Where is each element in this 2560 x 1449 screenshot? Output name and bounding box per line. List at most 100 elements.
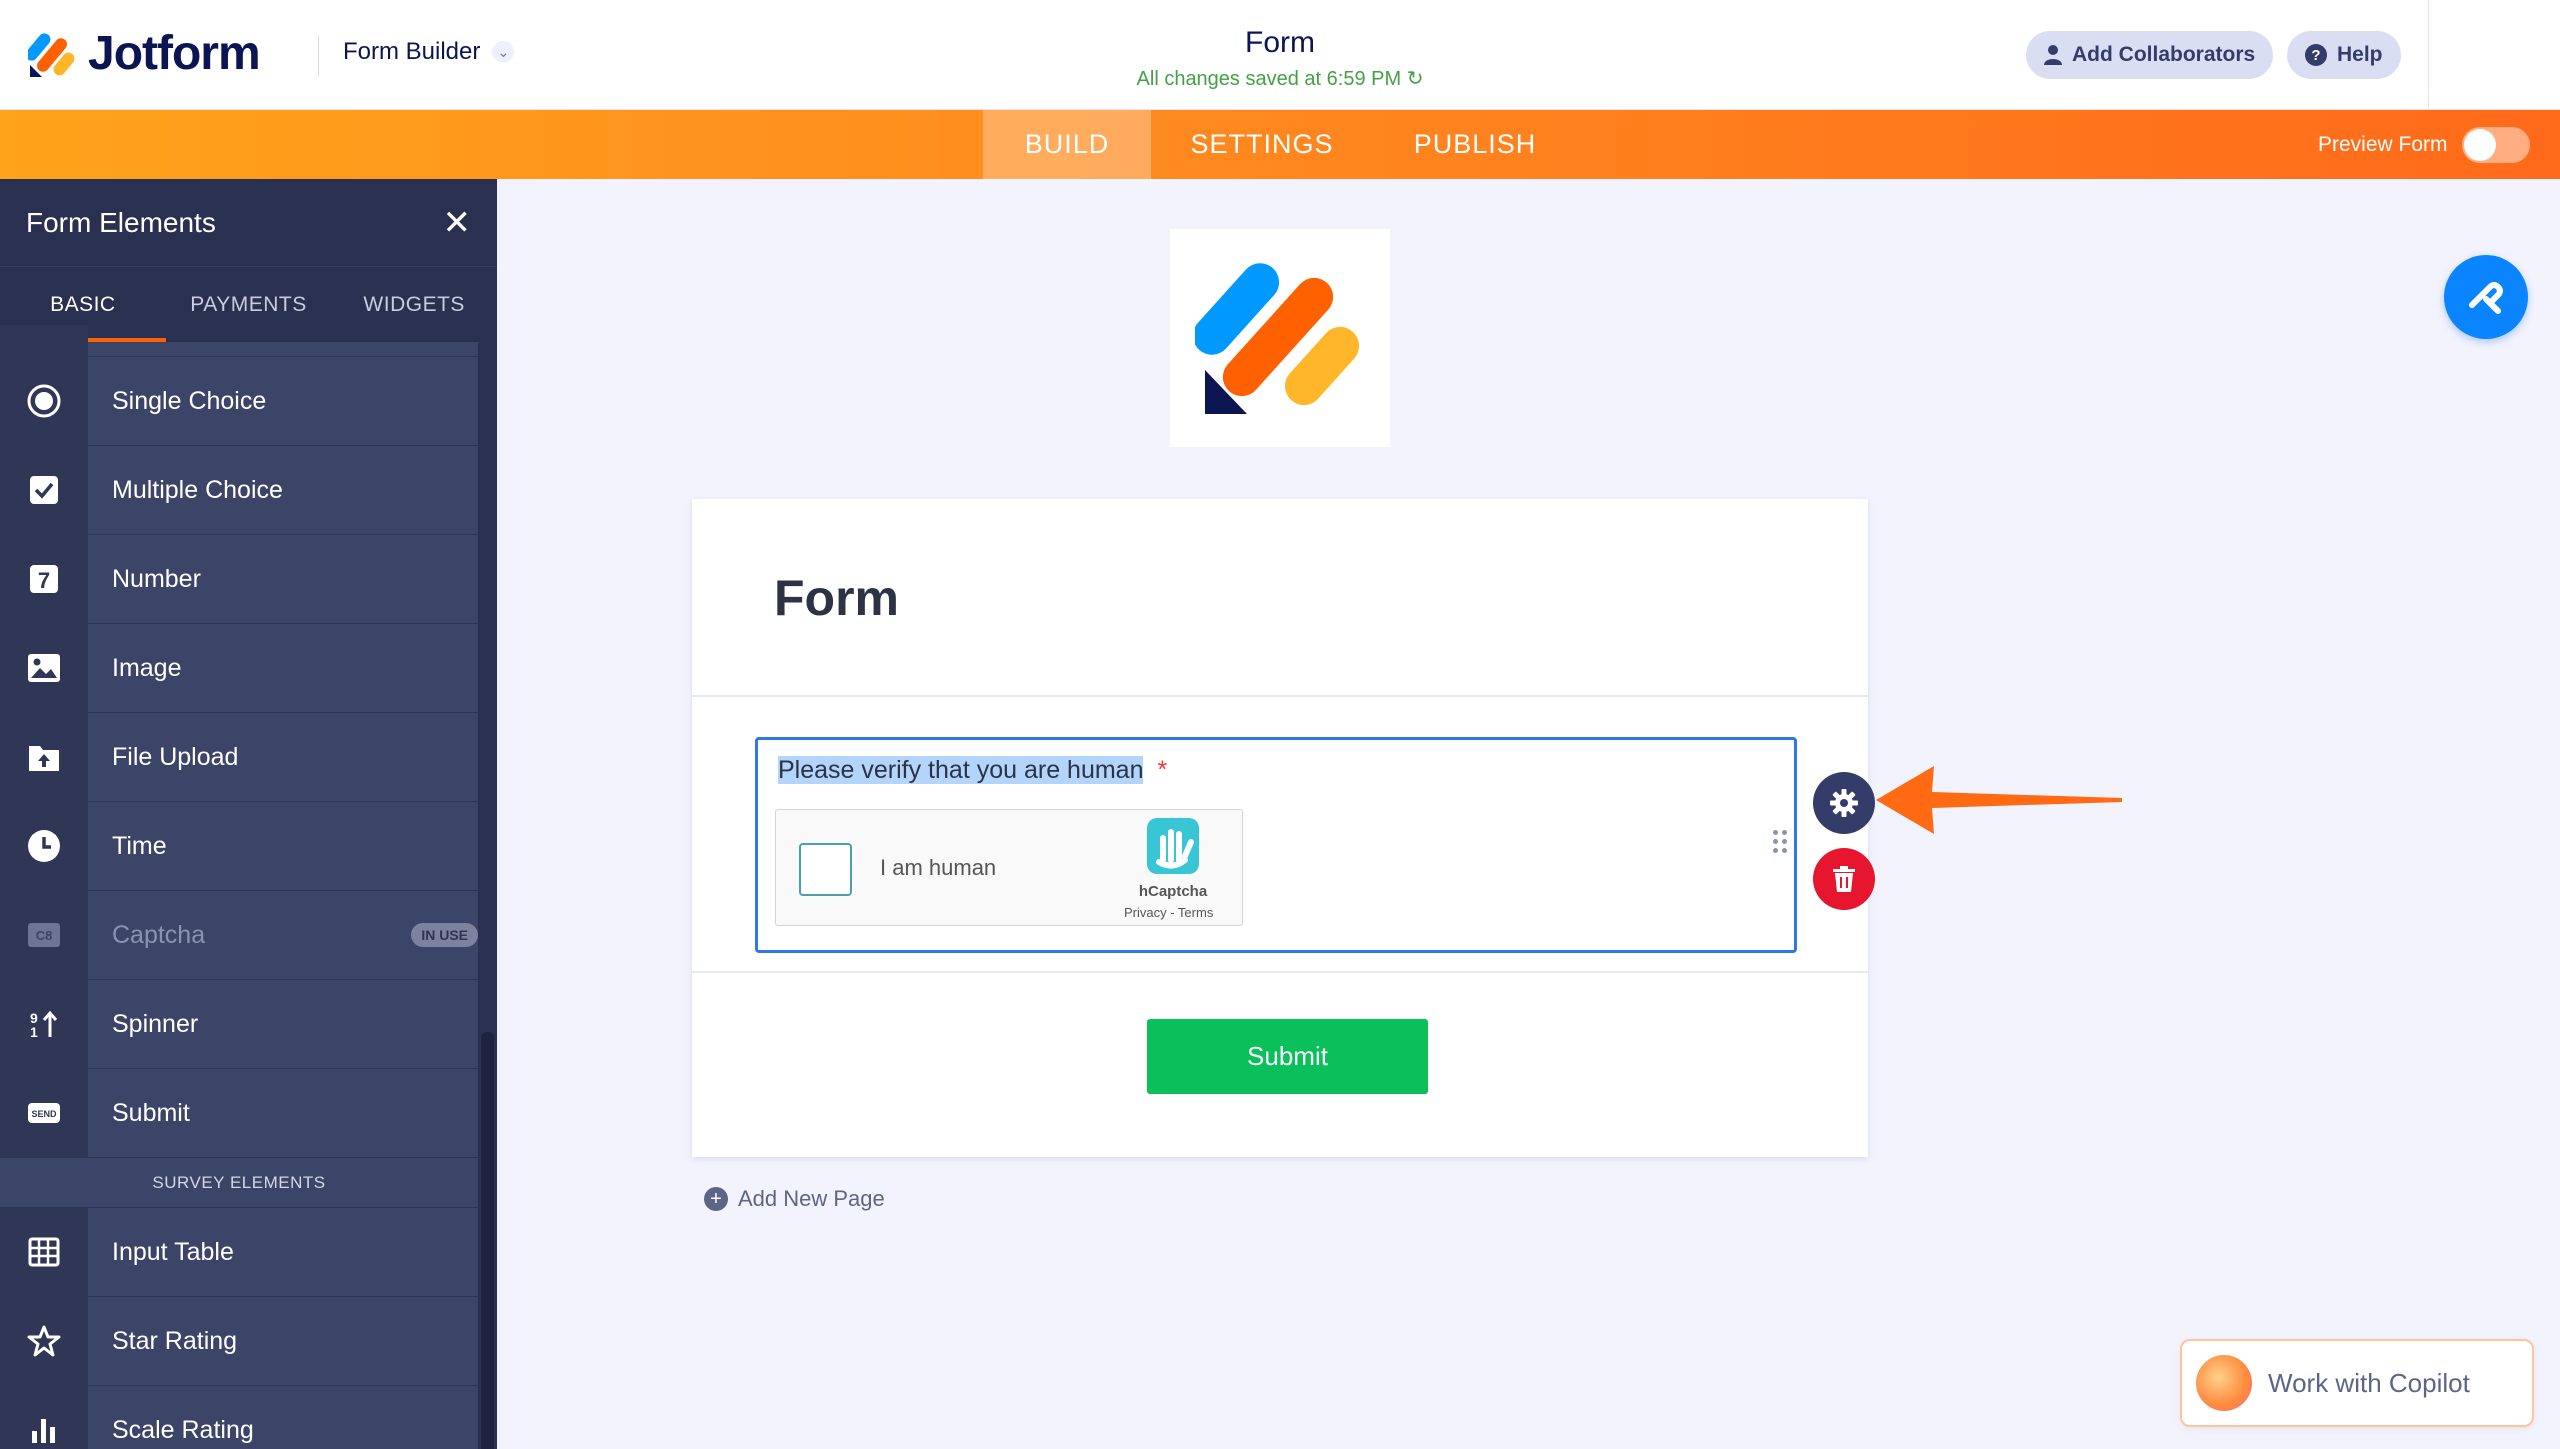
divider [692, 695, 1868, 697]
close-icon[interactable]: ✕ [443, 203, 472, 243]
scrollbar-thumb[interactable] [481, 1032, 494, 1449]
help-label: Help [2337, 43, 2383, 66]
hcaptcha-brand: hCaptcha [1138, 883, 1208, 900]
sidebar-item-label: Single Choice [112, 386, 267, 415]
field-properties-button[interactable] [1813, 772, 1875, 834]
panel-header: Form Elements ✕ [0, 179, 497, 266]
builder-navbar: BUILD SETTINGS PUBLISH Preview Form [0, 110, 2560, 179]
user-icon [2044, 45, 2062, 65]
form-card: Form Please verify that you are human * I… [692, 499, 1868, 1157]
drag-handle-icon[interactable] [1773, 830, 1791, 858]
sidebar-item-label: Input Table [112, 1237, 234, 1266]
radio-icon [0, 356, 88, 446]
copilot-avatar [2196, 1355, 2252, 1411]
form-heading[interactable]: Form [774, 569, 899, 627]
hcaptcha-widget: I am human hCaptcha Privacy - Terms [775, 809, 1243, 926]
sidebar-item-star-rating[interactable]: Star Rating [0, 1296, 478, 1386]
add-collaborators-button[interactable]: Add Collaborators [2026, 31, 2274, 79]
question-text[interactable]: Please verify that you are human [778, 756, 1144, 784]
privacy-terms-links[interactable]: Privacy - Terms [1124, 905, 1213, 920]
panel-title: Form Elements [26, 206, 216, 238]
svg-text:1: 1 [30, 1024, 38, 1039]
sidebar-item-submit[interactable]: SEND Submit [0, 1068, 478, 1158]
required-asterisk: * [1157, 756, 1168, 784]
sidebar-item-label: Spinner [112, 1009, 199, 1038]
sidebar-item-label: File Upload [112, 742, 239, 771]
star-icon [0, 1296, 88, 1386]
sidebar-item-label: Star Rating [112, 1326, 238, 1355]
trash-icon [1833, 866, 1855, 892]
table-icon [0, 1207, 88, 1297]
panel-scrollbar[interactable] [478, 342, 497, 1449]
form-logo[interactable] [1170, 229, 1390, 447]
paint-roller-icon [2469, 282, 2503, 314]
form-elements-panel: Form Elements ✕ BASIC PAYMENTS WIDGETS S… [0, 179, 497, 1449]
sidebar-item-label: Image [112, 653, 182, 682]
sidebar-item-image[interactable]: Image [0, 623, 478, 713]
plus-icon: + [704, 1187, 728, 1211]
submit-button[interactable]: Submit [1147, 1019, 1428, 1094]
sidebar-item-multiple-choice[interactable]: Multiple Choice [0, 445, 478, 535]
in-use-badge: IN USE [411, 923, 478, 947]
captcha-icon: C8 [0, 890, 88, 980]
hcaptcha-hand-icon [1147, 818, 1199, 874]
preview-form-toggle[interactable] [2461, 126, 2530, 163]
sidebar-item-label: Captcha [112, 920, 206, 949]
captcha-checkbox[interactable] [799, 843, 852, 896]
svg-text:7: 7 [38, 568, 50, 593]
checkbox-icon [0, 445, 88, 535]
svg-text:C8: C8 [36, 928, 53, 943]
preview-form-toggle-group: Preview Form [2318, 110, 2530, 179]
help-button[interactable]: ? Help [2287, 31, 2401, 79]
jotform-logo-large-icon [1195, 263, 1360, 414]
captcha-field[interactable]: Please verify that you are human * I am h… [755, 737, 1797, 953]
sidebar-item-label: Number [112, 564, 201, 593]
survey-elements-heading: SURVEY ELEMENTS [0, 1158, 478, 1208]
sidebar-item-file-upload[interactable]: File Upload [0, 712, 478, 802]
sidebar-item-label: Time [112, 831, 167, 860]
clock-icon [0, 801, 88, 891]
gear-icon [1830, 789, 1858, 817]
tab-settings[interactable]: SETTINGS [1151, 110, 1373, 179]
form-designer-button[interactable] [2444, 255, 2528, 339]
tab-publish[interactable]: PUBLISH [1373, 110, 1577, 179]
copilot-label: Work with Copilot [2268, 1367, 2470, 1398]
sidebar-item-input-table[interactable]: Input Table [0, 1207, 478, 1297]
top-header: Jotform Form Builder ⌄ Form All changes … [0, 0, 2560, 110]
sidebar-item-single-choice[interactable]: Single Choice [0, 356, 478, 446]
annotation-arrow [1876, 766, 2122, 834]
svg-text:SEND: SEND [31, 1109, 57, 1119]
sidebar-item-label: Submit [112, 1098, 190, 1127]
question-icon: ? [2305, 44, 2327, 66]
bar-chart-icon [0, 1385, 88, 1449]
preview-form-label: Preview Form [2318, 132, 2448, 156]
sidebar-item-spinner[interactable]: 91 Spinner [0, 979, 478, 1069]
spinner-icon: 91 [0, 979, 88, 1069]
hcaptcha-logo: hCaptcha [1138, 816, 1208, 900]
work-with-copilot-button[interactable]: Work with Copilot [2180, 1339, 2534, 1427]
image-icon [0, 623, 88, 713]
add-new-page-label: Add New Page [738, 1186, 885, 1211]
sidebar-item-time[interactable]: Time [0, 801, 478, 891]
refresh-icon: ↻ [1406, 68, 1424, 90]
delete-field-button[interactable] [1813, 848, 1875, 910]
header-divider-right [2428, 0, 2429, 110]
send-icon: SEND [0, 1068, 88, 1158]
sidebar-item-number[interactable]: 7 Number [0, 534, 478, 624]
toggle-knob [2463, 128, 2496, 161]
sidebar-item-label: Multiple Choice [112, 475, 283, 504]
add-collaborators-label: Add Collaborators [2072, 43, 2256, 66]
add-new-page-link[interactable]: + Add New Page [704, 1186, 885, 1212]
save-status-text: All changes saved at 6:59 PM [1136, 68, 1402, 90]
element-list: Single Choice Multiple Choice 7 Number I… [0, 324, 478, 1449]
question-label[interactable]: Please verify that you are human * [778, 756, 1167, 785]
upload-icon [0, 712, 88, 802]
partial-icon [0, 324, 88, 357]
tab-build[interactable]: BUILD [983, 110, 1151, 179]
sidebar-item-label: Scale Rating [112, 1415, 254, 1444]
sidebar-item-captcha[interactable]: C8 Captcha IN USE [0, 890, 478, 980]
sidebar-item-scale-rating[interactable]: Scale Rating [0, 1385, 478, 1449]
number-icon: 7 [0, 534, 88, 624]
divider [692, 971, 1868, 973]
list-item-partial[interactable] [0, 324, 478, 357]
